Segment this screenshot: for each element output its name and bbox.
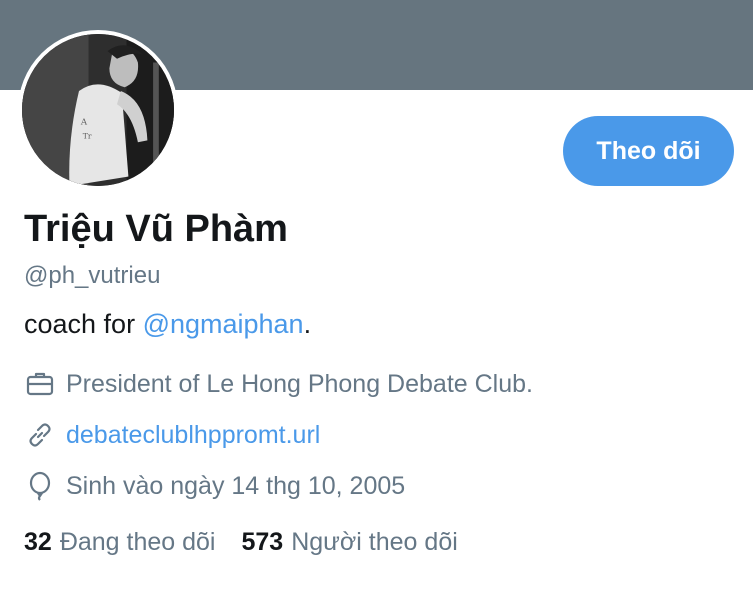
profile-birthday: Sinh vào ngày 14 thg 10, 2005 bbox=[66, 471, 406, 500]
followers-count: 573 bbox=[241, 528, 284, 556]
briefcase-icon bbox=[24, 368, 56, 400]
follow-button[interactable]: Theo dõi bbox=[563, 116, 734, 186]
profile-name: Triệu Vũ Phàm bbox=[24, 208, 288, 250]
followers-stat[interactable]: 573 Người theo dõi bbox=[242, 528, 458, 557]
svg-text:A: A bbox=[80, 117, 88, 127]
balloon-icon bbox=[24, 470, 56, 502]
profile-url-link[interactable]: debateclublhppromt.url bbox=[66, 421, 320, 450]
profile-handle: @ph_vutrieu bbox=[24, 262, 161, 289]
profile-url-row: debateclublhppromt.url bbox=[24, 419, 320, 451]
profile-job-row: President of Le Hong Phong Debate Club. bbox=[24, 368, 533, 400]
profile-job: President of Le Hong Phong Debate Club. bbox=[66, 369, 533, 398]
following-count: 32 bbox=[24, 528, 52, 556]
avatar-photo: A Tr bbox=[22, 34, 174, 186]
bio-suffix: . bbox=[303, 309, 312, 339]
bio-text: coach for bbox=[24, 309, 143, 339]
bio-mention-link[interactable]: @ngmaiphan bbox=[143, 309, 304, 339]
avatar[interactable]: A Tr bbox=[18, 30, 178, 190]
followers-label: Người theo dõi bbox=[291, 528, 458, 556]
profile-stats: 32 Đang theo dõi 573 Người theo dõi bbox=[24, 528, 484, 557]
profile-birthday-row: Sinh vào ngày 14 thg 10, 2005 bbox=[24, 470, 405, 502]
following-label: Đang theo dõi bbox=[59, 528, 216, 556]
svg-text:Tr: Tr bbox=[83, 132, 92, 141]
following-stat[interactable]: 32 Đang theo dõi bbox=[24, 528, 216, 557]
link-icon bbox=[24, 419, 56, 451]
profile-bio: coach for @ngmaiphan. bbox=[24, 309, 311, 340]
profile-page: A Tr Theo dõi Triệu Vũ Phàm @ph_vutrieu … bbox=[0, 0, 753, 600]
